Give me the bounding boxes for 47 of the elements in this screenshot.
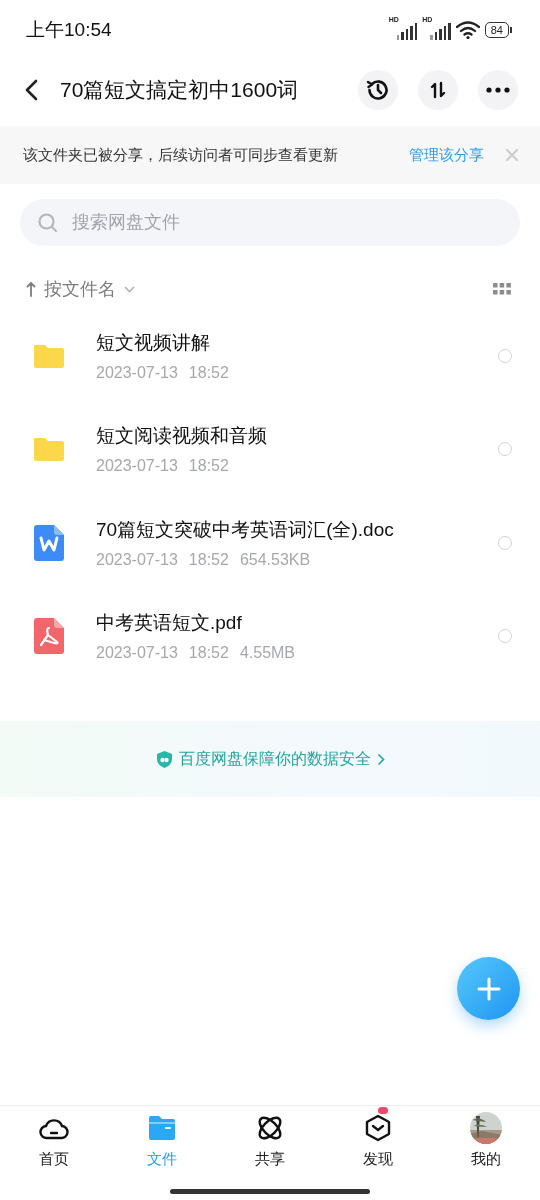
modified-time: 18:52 xyxy=(188,644,229,663)
plus-icon xyxy=(476,976,501,1001)
nav-tab[interactable]: 发现 xyxy=(324,1106,432,1169)
modified-date: 2023-07-13 xyxy=(96,457,178,476)
history-button[interactable] xyxy=(358,70,398,110)
sort-option[interactable]: 按文件名 xyxy=(44,277,116,301)
add-button[interactable] xyxy=(457,957,520,1020)
nav-tab[interactable]: 首页 xyxy=(0,1106,108,1169)
file-size: 4.55MB xyxy=(239,644,296,663)
close-icon[interactable] xyxy=(506,149,518,161)
more-icon xyxy=(486,87,510,93)
modified-date: 2023-07-13 xyxy=(96,644,178,663)
share-notice: 该文件夹已被分享，后续访问者可同步查看更新 xyxy=(23,145,339,165)
folder-title: 70篇短文搞定初中1600词 xyxy=(60,77,300,103)
nav-tab[interactable]: 共享 xyxy=(216,1106,324,1169)
chevron-down-icon[interactable] xyxy=(124,285,135,293)
modified-date: 2023-07-13 xyxy=(96,550,178,569)
file-name[interactable]: 中考英语短文.pdf xyxy=(96,610,498,637)
word-document-icon xyxy=(33,524,64,561)
search-field[interactable]: 搜索网盘文件 xyxy=(20,199,520,246)
more-button[interactable] xyxy=(478,70,518,110)
orbit-icon xyxy=(256,1114,284,1142)
search-icon xyxy=(38,213,58,233)
file-name[interactable]: 短文视频讲解 xyxy=(96,329,498,356)
history-icon xyxy=(365,77,391,103)
arrow-up-icon xyxy=(26,281,36,297)
back-icon[interactable] xyxy=(24,79,40,101)
folder-icon xyxy=(32,342,65,369)
hexagon-clock-icon xyxy=(364,1114,392,1142)
grid-view-icon[interactable] xyxy=(493,283,511,295)
modified-time: 18:52 xyxy=(188,550,229,569)
status-time: 上午10:54 xyxy=(26,18,112,42)
folder-icon xyxy=(148,1115,176,1141)
wifi-icon xyxy=(455,21,480,39)
file-size: 654.53KB xyxy=(239,550,311,569)
modified-time: 18:52 xyxy=(188,457,229,476)
modified-time: 18:52 xyxy=(188,363,229,382)
chevron-right-icon[interactable] xyxy=(376,752,385,766)
file-name[interactable]: 短文阅读视频和音频 xyxy=(96,423,498,450)
shield-icon xyxy=(155,749,173,769)
pdf-icon xyxy=(33,618,64,655)
nav-tab[interactable]: 我的 xyxy=(432,1106,540,1169)
modified-date: 2023-07-13 xyxy=(96,363,178,382)
sort-order-button[interactable] xyxy=(418,70,458,110)
file-name[interactable]: 70篇短文突破中考英语词汇(全).doc xyxy=(96,516,498,543)
battery-icon: 84 xyxy=(484,22,512,38)
folder-icon xyxy=(32,436,65,463)
